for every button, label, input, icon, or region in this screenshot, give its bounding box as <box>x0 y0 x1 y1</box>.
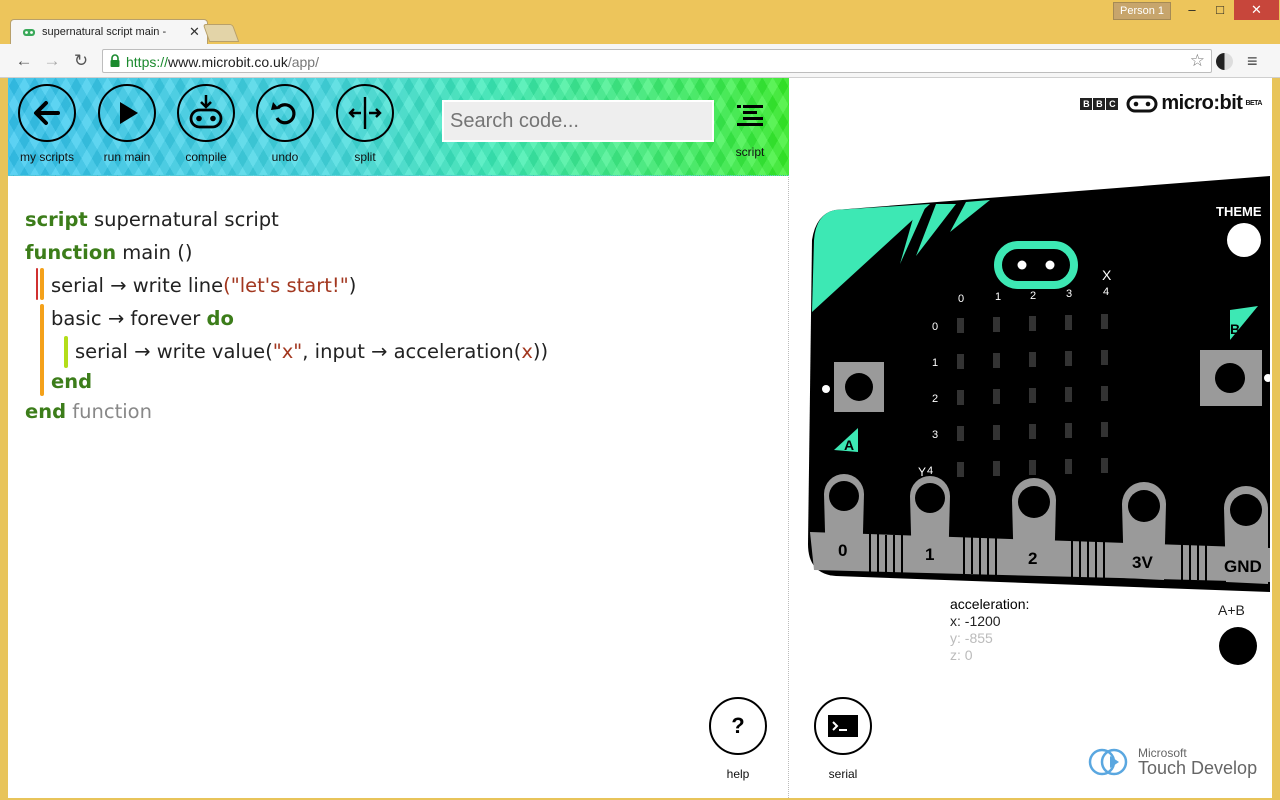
code-line-write-line[interactable]: serial → write line("let's start!") <box>51 274 356 297</box>
pin-label: 0 <box>838 541 847 560</box>
acceleration-z: z: 0 <box>950 647 973 663</box>
script-list-icon <box>737 105 763 126</box>
bbc-logo: BBC <box>1080 97 1119 110</box>
col-label: 1 <box>995 291 1001 303</box>
help-label: help <box>726 767 750 781</box>
touch-develop-logo: Microsoft Touch Develop <box>1088 746 1257 778</box>
row-label: 1 <box>932 357 938 369</box>
col-label: 0 <box>958 293 964 305</box>
compile-button[interactable]: compile <box>168 84 244 164</box>
button-b-label: B <box>1230 321 1240 337</box>
reload-icon[interactable]: ↻ <box>70 50 92 72</box>
ab-button[interactable] <box>1219 627 1257 665</box>
block-bracket <box>40 304 44 396</box>
browser-menu-icon[interactable]: ≡ <box>1247 51 1258 72</box>
col-label: 4 <box>1103 286 1109 298</box>
lock-icon <box>110 54 120 67</box>
back-icon[interactable]: ← <box>13 50 35 72</box>
compile-label: compile <box>185 150 227 164</box>
undo-button[interactable]: undo <box>247 84 323 164</box>
run-main-button[interactable]: run main <box>89 84 165 164</box>
split-icon <box>336 84 394 142</box>
row-label: 4 <box>927 465 933 477</box>
browser-toolbar: ← → ↻ https://www.microbit.co.uk/app/ ☆ … <box>0 44 1280 78</box>
maximize-icon[interactable]: □ <box>1206 0 1234 20</box>
acceleration-readout: acceleration: x: -1200 y: -855 z: 0 <box>950 596 1029 664</box>
acceleration-title: acceleration: <box>950 596 1030 612</box>
pin-label: 1 <box>925 545 934 564</box>
ab-label: A+B <box>1218 602 1245 618</box>
axis-x-label: X <box>1102 267 1112 283</box>
split-label: split <box>354 150 376 164</box>
code-line-script[interactable]: script supernatural script <box>25 208 279 231</box>
my-scripts-label: my scripts <box>20 150 74 164</box>
microbit-logo: micro:bit BETA <box>1126 92 1262 115</box>
pin-label: 3V <box>1132 553 1153 572</box>
row-label: 3 <box>932 429 938 441</box>
tab-title: supernatural script main - <box>42 26 167 38</box>
error-marker <box>36 268 38 300</box>
address-bar[interactable]: https://www.microbit.co.uk/app/ ☆ <box>102 49 1212 73</box>
url-text: https://www.microbit.co.uk/app/ <box>126 54 319 70</box>
question-icon: ? <box>731 713 745 738</box>
block-bracket <box>64 336 68 368</box>
brand-header: BBC micro:bit BETA <box>1080 92 1262 115</box>
theme-label: THEME <box>1216 204 1262 219</box>
editor-toolbar: my scripts run main compile undo split S… <box>8 78 789 176</box>
code-line-end-function[interactable]: end function <box>25 400 152 423</box>
row-label: 0 <box>932 321 938 333</box>
acceleration-y: y: -855 <box>950 630 993 646</box>
pin-label: GND <box>1224 557 1262 576</box>
row-label: 2 <box>932 393 938 405</box>
acceleration-x: x: -1200 <box>950 613 1001 629</box>
script-properties-button[interactable]: script <box>724 102 776 159</box>
button-a-label: A <box>844 437 854 453</box>
code-line-forever[interactable]: basic → forever do <box>51 307 234 330</box>
my-scripts-button[interactable]: my scripts <box>9 84 85 164</box>
microbit-face-icon <box>1126 95 1158 112</box>
bookmark-star-icon[interactable]: ☆ <box>1190 51 1205 71</box>
col-label: 3 <box>1066 288 1072 300</box>
col-label: 2 <box>1030 290 1036 302</box>
undo-label: undo <box>271 150 299 164</box>
microbit-board: THEME X Y 0 1 2 3 4 0 1 2 3 4 A B 0 1 2 … <box>808 176 1272 592</box>
undo-icon <box>256 84 314 142</box>
app-area: my scripts run main compile undo split S… <box>8 78 1272 798</box>
profile-button[interactable]: Person 1 <box>1113 2 1171 20</box>
forward-icon[interactable]: → <box>41 50 63 72</box>
microbit-favicon-icon <box>23 29 35 36</box>
minimize-icon[interactable]: – <box>1178 0 1206 20</box>
split-button[interactable]: split <box>327 84 403 164</box>
browser-titlebar: supernatural script main - ✕ Person 1 – … <box>0 0 1280 44</box>
code-line-function[interactable]: function main () <box>25 241 192 264</box>
touch-develop-icon <box>1088 748 1128 776</box>
editor-pane: my scripts run main compile undo split S… <box>8 78 789 798</box>
search-code-input[interactable] <box>442 100 714 142</box>
extension-icon[interactable] <box>1216 53 1233 70</box>
window-close-icon[interactable]: ✕ <box>1234 0 1279 20</box>
compile-icon <box>177 84 235 142</box>
script-label: script <box>735 145 765 159</box>
pin-label: 2 <box>1028 549 1037 568</box>
theme-button[interactable] <box>1227 223 1261 257</box>
run-main-label: run main <box>103 150 151 164</box>
new-tab-button[interactable] <box>202 24 240 42</box>
block-bracket <box>40 268 44 300</box>
arrow-left-icon <box>18 84 76 142</box>
help-button[interactable]: ? <box>709 697 767 755</box>
browser-tab[interactable]: supernatural script main - ✕ <box>10 19 208 44</box>
simulator-pane: BBC micro:bit BETA THEME X Y 0 1 2 3 4 0… <box>790 78 1272 798</box>
code-line-end[interactable]: end <box>51 370 92 393</box>
play-icon <box>98 84 156 142</box>
code-line-write-value[interactable]: serial → write value("x", input → accele… <box>75 340 548 363</box>
tab-close-icon[interactable]: ✕ <box>189 24 200 40</box>
